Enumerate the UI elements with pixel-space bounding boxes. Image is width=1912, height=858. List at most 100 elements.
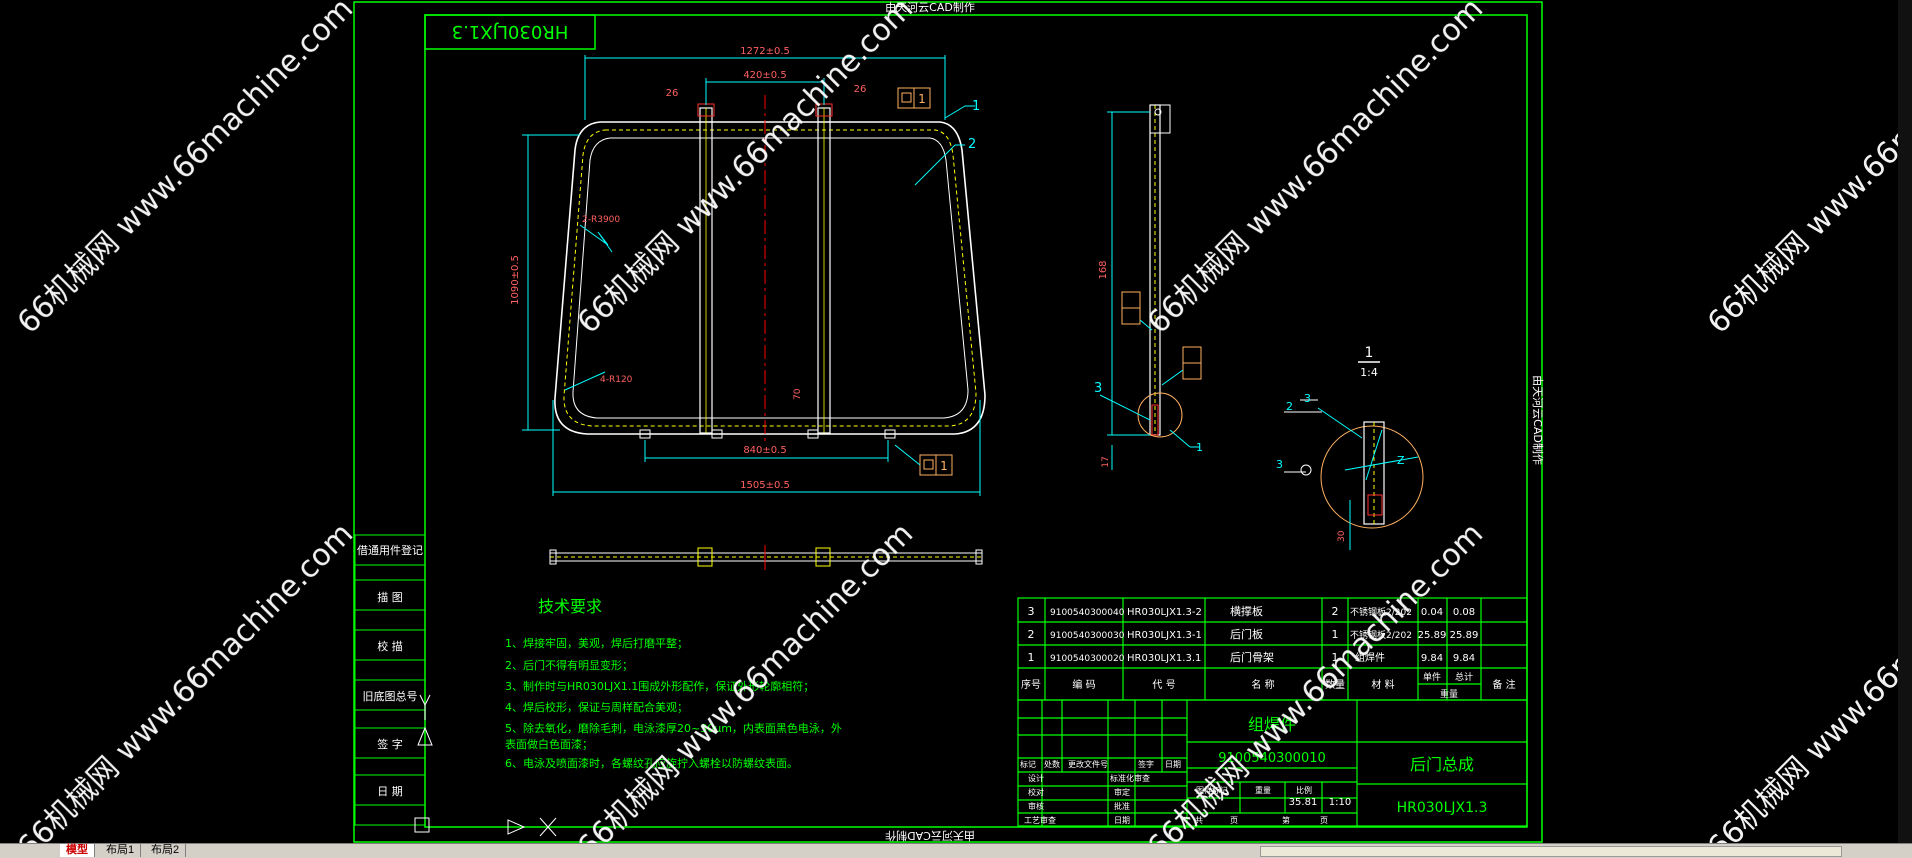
bom-cell: HR030LJX1.3.1 [1127, 653, 1201, 664]
titleblock-weight: 35.81 [1289, 797, 1318, 808]
balloon-2-label: 2 [968, 137, 976, 152]
side-balloon-3: 3 [1094, 381, 1102, 396]
tech-item: 4、焊后校形，保证与周样配合美观； [505, 700, 688, 714]
bom-header: 总计 [1455, 671, 1473, 683]
titleblock-label: 重量 [1255, 785, 1271, 795]
dim-small-70: 70 [793, 388, 803, 400]
titleblock-label: 日期 [1114, 816, 1130, 825]
tab-layout2[interactable]: 布局2 [145, 844, 187, 857]
titleblock-label: 工艺审查 [1024, 815, 1056, 825]
bom-header: 材 料 [1371, 678, 1394, 691]
watermark: 66机械网 www.66machine.com [11, 0, 360, 341]
dim-corner-r1: 2-R3900 [582, 215, 620, 225]
bom-header: 重量 [1440, 688, 1458, 700]
gdt-flag-bottom-value: 1 [940, 459, 948, 473]
tech-item: 表面做白色面漆； [505, 737, 593, 751]
left-block-label: 日 期 [377, 785, 403, 798]
plan-view [549, 545, 983, 570]
left-registry-block [354, 534, 426, 826]
horizontal-scrollbar[interactable] [1260, 846, 1842, 857]
bom-cell: 25.89 [1450, 630, 1479, 641]
bom-cell: 0.08 [1453, 607, 1475, 618]
detail-label-scale: 1:4 [1360, 366, 1378, 379]
dim-side-17: 17 [1101, 456, 1111, 467]
bom-cell: 1 [1332, 628, 1339, 641]
titleblock-drawing-no: HR030LJX1.3 [1397, 800, 1488, 816]
titleblock-label: 处数 [1044, 759, 1060, 769]
front-dimensions [522, 55, 981, 496]
bom-cell: 2 [1028, 628, 1035, 641]
dim-slot-left: 26 [666, 88, 679, 99]
titleblock-label: 校对 [1028, 787, 1044, 797]
titleblock-label: 第 [1282, 815, 1290, 825]
bom-cell: 0.04 [1421, 607, 1443, 618]
tech-item: 1、焊接牢固，美观，焊后打磨平整； [505, 636, 688, 650]
titleblock-label: 页 [1230, 816, 1238, 825]
watermark: 66机械网 www.66machine.com [11, 516, 360, 858]
bom-cell: 横撑板 [1230, 604, 1263, 618]
titleblock-label: 标准化审查 [1110, 773, 1150, 783]
bom-cell: 3 [1028, 605, 1035, 618]
titleblock-label: 标记 [1020, 759, 1036, 769]
tech-title: 技术要求 [538, 597, 602, 616]
title-strip-side: 由天河云CAD制作 [1531, 375, 1545, 465]
bom-header: 单件 [1423, 671, 1441, 683]
titleblock-label: 更改文件号 [1068, 759, 1108, 769]
tech-item: 5、除去氧化，磨除毛刺，电泳漆厚20~30μm，内表面黑色电泳，外 [505, 721, 842, 735]
dim-bottom-spacing: 840±0.5 [743, 445, 786, 456]
dim-top-overall: 1272±0.5 [740, 46, 790, 57]
dim-side-height: 168 [1098, 260, 1109, 279]
bom-cell: 1 [1028, 651, 1035, 664]
bom-header: 备 注 [1492, 678, 1515, 691]
bom-cell: 25.89 [1418, 630, 1447, 641]
left-block-label: 校 描 [377, 639, 403, 653]
detail-balloon-2: 2 [1286, 400, 1293, 413]
titleblock-label: 比例 [1296, 785, 1312, 795]
title-strip-bottom: 由天河云CAD制作 [885, 829, 975, 843]
dim-corner-r2: 4-R120 [600, 375, 633, 385]
bom-cell: 后门骨架 [1230, 650, 1274, 664]
cad-drawing-canvas[interactable]: 由天河云CAD制作 由天河云CAD制作 由天河云CAD制作 HR030LJX1.… [0, 0, 1912, 858]
detail-balloon-3b: 3 [1276, 458, 1283, 471]
detail-label-num: 1 [1365, 345, 1374, 361]
watermark-layer: 66机械网 www.66machine.com 66机械网 www.66mach… [11, 0, 1912, 858]
bom-cell: 9.84 [1453, 653, 1475, 664]
bom-header: 序号 [1021, 678, 1041, 691]
dim-slot-right: 26 [854, 84, 867, 95]
gdt-flag-top-value: 1 [918, 92, 926, 106]
bom-cell: HR030LJX1.3-2 [1127, 607, 1202, 618]
dim-height: 1090±0.5 [510, 255, 521, 305]
titleblock-label: 设计 [1028, 773, 1044, 783]
layout-tab-bar: 模型 布局1 布局2 [0, 843, 1912, 858]
detail-z: Z [1397, 454, 1405, 467]
watermark: 66机械网 www.66machine.com [1701, 0, 1912, 341]
watermark: 66机械网 www.66machine.com [1701, 516, 1912, 858]
left-block-label: 借通用件登记 [357, 543, 423, 557]
bom-header: 编 码 [1072, 678, 1095, 691]
bom-cell: 9100540300030 [1050, 631, 1125, 641]
side-balloon-1: 1 [1196, 441, 1203, 454]
titleblock-label: 审定 [1114, 787, 1130, 797]
left-block-label: 旧底图总号 [363, 689, 418, 703]
titleblock-label: 审核 [1028, 801, 1044, 811]
dim-inner-spacing: 420±0.5 [743, 70, 786, 81]
bom-cell: 9.84 [1421, 653, 1443, 664]
watermark: 66机械网 www.66machine.com [1141, 0, 1490, 341]
vertical-scrollbar[interactable] [1898, 0, 1912, 844]
left-block-label: 签 字 [377, 737, 403, 751]
titleblock-label: 页 [1320, 816, 1328, 825]
left-block-label: 描 图 [377, 590, 403, 604]
detail-balloon-3a: 3 [1304, 392, 1311, 405]
dim-detail-30: 30 [1337, 530, 1347, 542]
titleblock-scale: 1:10 [1329, 797, 1351, 808]
tab-layout1[interactable]: 布局1 [100, 844, 142, 857]
dim-bottom-overall: 1505±0.5 [740, 480, 790, 491]
bom-header: 名 称 [1251, 678, 1274, 691]
tab-model[interactable]: 模型 [60, 844, 95, 857]
titleblock-label: 签字 [1138, 759, 1154, 769]
bom-cell: 后门板 [1230, 627, 1263, 641]
drawing-number-mirrored: HR030LJX1.3 [452, 21, 569, 42]
bom-header: 代 号 [1152, 679, 1175, 691]
titleblock-name: 后门总成 [1410, 755, 1474, 774]
bom-cell: 9100540300020 [1050, 654, 1125, 664]
